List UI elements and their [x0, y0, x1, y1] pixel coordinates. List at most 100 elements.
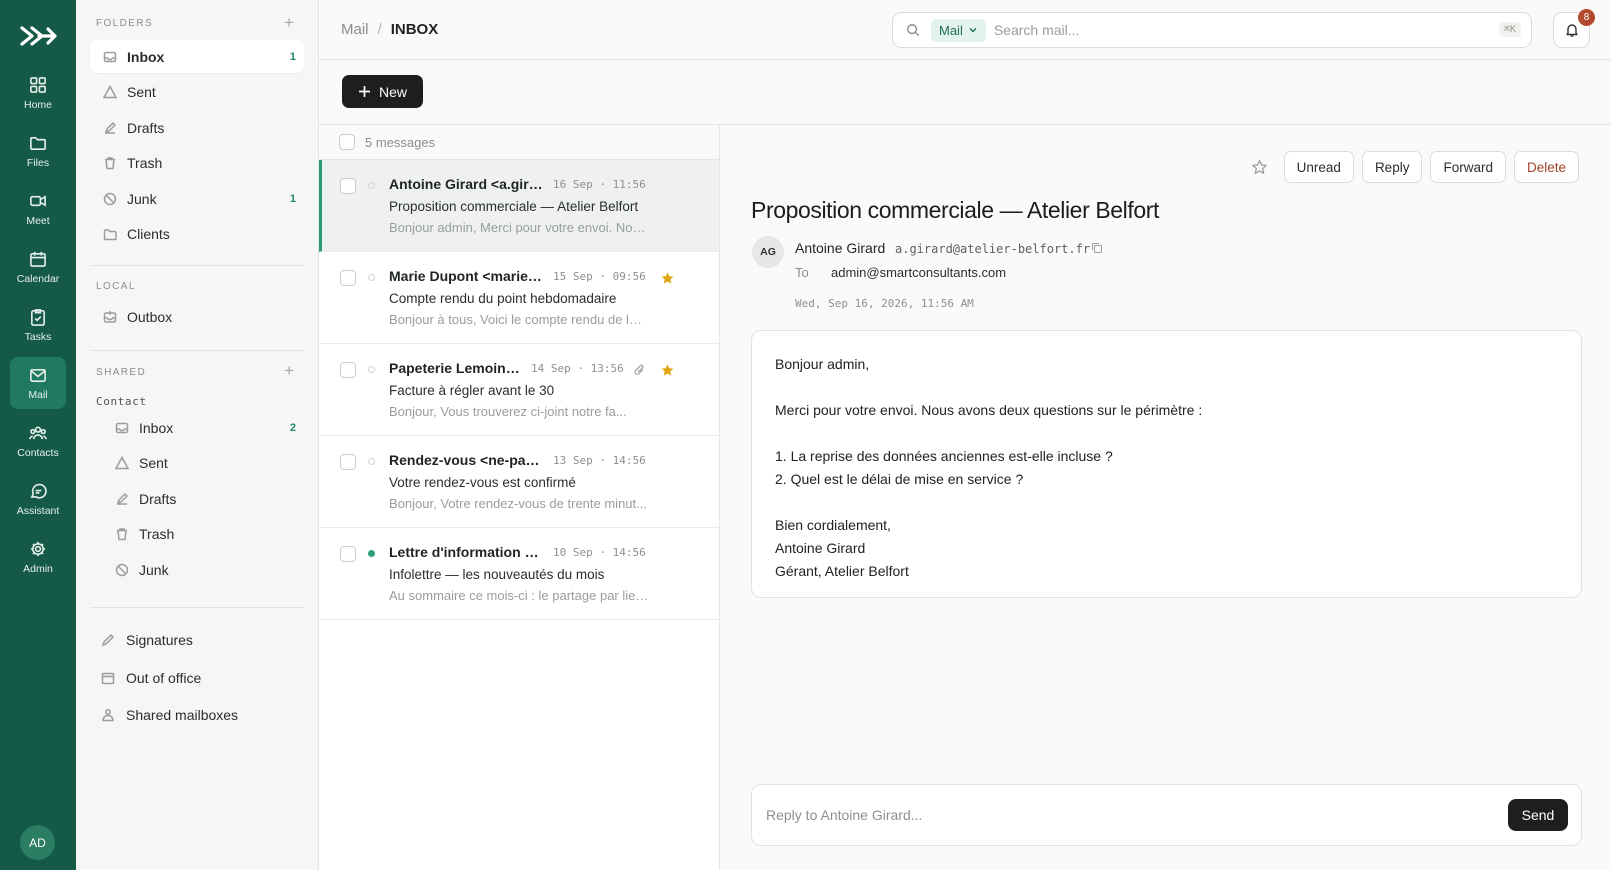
message-list: 5 messages Antoine Girard <a.girar... 16 … — [319, 125, 720, 870]
reply-input[interactable] — [766, 807, 1466, 823]
shared-heading: SHARED — [96, 367, 147, 378]
message-title: Proposition commerciale — Atelier Belfor… — [751, 197, 1159, 223]
folder-outbox-icon — [103, 310, 117, 323]
folder-trash-icon — [117, 528, 127, 541]
add-folder-icon[interactable]: + — [284, 13, 294, 33]
rail-item-label: Calendar — [16, 272, 60, 285]
message-date: Wed, Sep 16, 2026, 11:56 AM — [795, 297, 974, 310]
unread-count: 2 — [289, 421, 296, 434]
mark-unread-button[interactable]: Unread — [1283, 151, 1354, 183]
message-row[interactable]: Antoine Girard <a.girar... 16 Sep · 11:56… — [319, 160, 719, 252]
rail-item-meet[interactable]: Meet — [10, 183, 66, 235]
rail-item-label: Tasks — [24, 330, 52, 343]
link-out-of-office[interactable]: Out of office — [90, 662, 201, 694]
folder-junk-icon — [103, 192, 117, 205]
rail-item-mail[interactable]: Mail — [10, 357, 66, 409]
search-scope-select[interactable]: Mail — [931, 18, 986, 42]
folder-label: Drafts — [127, 119, 165, 136]
breadcrumb-root[interactable]: Mail — [341, 21, 369, 38]
folder-inbox-icon — [103, 51, 117, 62]
unread-count: 1 — [289, 50, 296, 63]
shared-owner-label: Contact — [96, 395, 147, 408]
message-row[interactable]: Papeterie Lemoine ... 14 Sep · 13:56 Factu… — [319, 344, 719, 436]
body-line: Antoine Girard — [775, 540, 866, 556]
rail-item-calendar[interactable]: Calendar — [10, 241, 66, 293]
people-icon — [29, 426, 47, 439]
search-input[interactable] — [993, 22, 1474, 38]
rail-item-tasks[interactable]: Tasks — [10, 299, 66, 351]
delete-button[interactable]: Delete — [1513, 151, 1579, 183]
rail-item-assistant[interactable]: Assistant — [10, 473, 66, 525]
body-line: Bien cordialement, — [775, 517, 891, 533]
rail-item-home[interactable]: Home — [10, 67, 66, 119]
star-outline-icon[interactable] — [1251, 159, 1268, 176]
folder-inbox[interactable]: Inbox 1 — [90, 40, 304, 73]
rail-item-label: Mail — [28, 388, 48, 401]
message-date: 13 Sep · 14:56 — [553, 454, 646, 467]
read-dot — [368, 366, 375, 373]
link-shared-mailboxes[interactable]: Shared mailboxes — [90, 699, 238, 731]
plus-icon — [358, 86, 370, 97]
folder-trash-shared[interactable]: Trash — [102, 518, 304, 551]
folder-inbox-shared[interactable]: Inbox 2 — [102, 411, 304, 444]
message-row[interactable]: Marie Dupont <marie.d... 15 Sep · 09:56 Co… — [319, 252, 719, 344]
divider — [90, 265, 304, 266]
star-filled-icon[interactable] — [660, 271, 675, 286]
folder-trash[interactable]: Trash — [90, 147, 304, 180]
folder-inbox-icon — [115, 422, 129, 433]
message-actions: Unread Reply Forward Delete — [1251, 151, 1579, 183]
search-scope-label: Mail — [939, 22, 963, 38]
message-checkbox[interactable] — [340, 454, 356, 470]
folder-label: Outbox — [127, 308, 173, 325]
rail-item-admin[interactable]: Admin — [10, 531, 66, 583]
select-all-checkbox[interactable] — [339, 134, 355, 150]
message-subject: Infolettre — les nouveautés du mois — [389, 567, 605, 582]
message-sender: Antoine Girard <a.girar... — [389, 176, 543, 192]
folder-drafts-shared[interactable]: Drafts — [102, 482, 304, 515]
new-message-button[interactable]: New — [342, 75, 423, 108]
forward-button[interactable]: Forward — [1430, 151, 1506, 183]
divider — [90, 607, 304, 608]
app-rail: Home Files Meet Calendar Tasks Mail Contacts As… — [0, 0, 76, 870]
folder-clients[interactable]: Clients — [90, 218, 304, 251]
notifications-button[interactable]: 8 — [1553, 9, 1595, 48]
message-subject: Proposition commerciale — Atelier Belfor… — [389, 199, 639, 214]
message-checkbox[interactable] — [340, 362, 356, 378]
local-heading: LOCAL — [96, 281, 136, 292]
read-dot — [368, 458, 375, 465]
user-avatar[interactable]: AD — [20, 825, 55, 860]
message-row[interactable]: Rendez-vous <ne-pas-r... 13 Sep · 14:56 Vo… — [319, 436, 719, 528]
message-body: Bonjour admin, Merci pour votre envoi. No… — [751, 330, 1582, 598]
folder-junk-shared[interactable]: Junk — [102, 553, 304, 586]
folder-sent[interactable]: Sent — [90, 76, 304, 109]
message-checkbox[interactable] — [340, 178, 356, 194]
star-filled-icon[interactable] — [660, 363, 675, 378]
message-checkbox[interactable] — [340, 546, 356, 562]
reply-button[interactable]: Reply — [1361, 151, 1423, 183]
divider — [90, 350, 304, 351]
folder-clients-icon — [103, 229, 117, 241]
send-button[interactable]: Send — [1508, 799, 1568, 831]
copy-icon[interactable] — [1091, 242, 1103, 254]
search-bar[interactable]: Mail ⌘K — [892, 12, 1532, 48]
rail-item-label: Contacts — [17, 446, 59, 459]
folder-outbox[interactable]: Outbox — [90, 300, 304, 333]
folder-panel: FOLDERS + Inbox 1 Sent Drafts Trash Junk 1 Clie… — [76, 0, 319, 870]
message-checkbox[interactable] — [340, 270, 356, 286]
rail-item-files[interactable]: Files — [10, 125, 66, 177]
out-of-office-icon — [101, 672, 115, 684]
message-row[interactable]: Lettre d'information <n... 10 Sep · 14:56… — [319, 528, 719, 620]
message-preview: Bonjour, Vous trouverez ci-joint notre f… — [389, 404, 627, 419]
message-count: 5 messages — [365, 134, 436, 150]
link-signatures[interactable]: Signatures — [90, 624, 193, 656]
message-sender: Marie Dupont <marie.d... — [389, 268, 543, 284]
rail-item-contacts[interactable]: Contacts — [10, 415, 66, 467]
folder-drafts[interactable]: Drafts — [90, 111, 304, 144]
folder-sent-shared[interactable]: Sent — [102, 447, 304, 480]
rail-item-label: Admin — [23, 562, 53, 575]
app-logo-icon — [20, 26, 57, 46]
add-shared-icon[interactable]: + — [284, 361, 294, 381]
folders-heading: FOLDERS — [96, 18, 154, 29]
folder-junk[interactable]: Junk 1 — [90, 182, 304, 215]
folder-label: Sent — [127, 84, 156, 100]
